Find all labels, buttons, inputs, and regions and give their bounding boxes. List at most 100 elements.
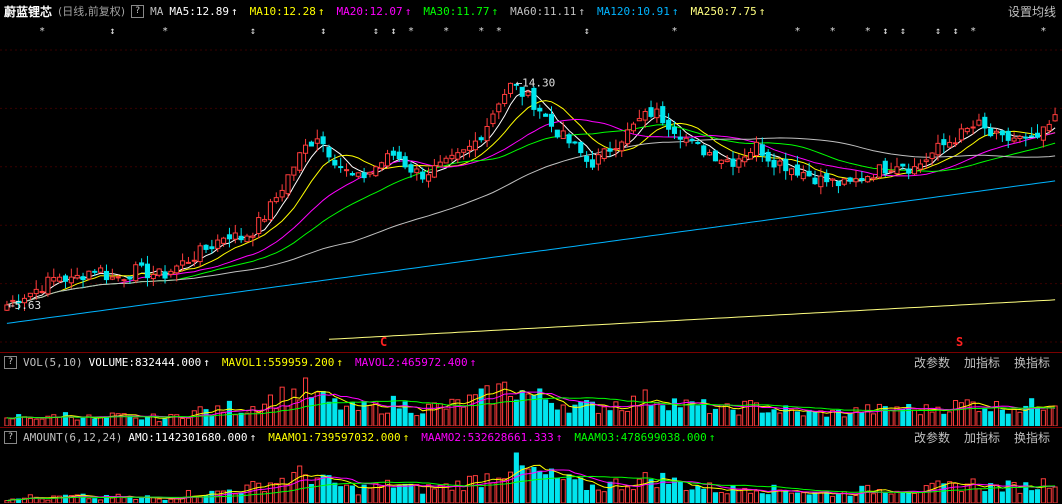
volume-bar [180, 417, 186, 426]
candle [578, 141, 584, 158]
volume-bar [789, 492, 795, 503]
volume-bar [537, 470, 543, 503]
volume-bar [865, 404, 871, 426]
panel-button-2[interactable]: 换指标 [1014, 431, 1050, 445]
up-arrow-icon: ↑ [708, 431, 716, 444]
volume-bars [4, 452, 1058, 503]
candle [226, 227, 232, 248]
volume-bar [349, 401, 355, 426]
volume-bar [232, 414, 238, 426]
candle [718, 159, 724, 169]
volume-bar [566, 474, 572, 503]
volume-bar [584, 400, 590, 426]
vol-legend: VOLUME:832444.000 ↑ MAVOL1:559959.200 ↑ MAVO… [89, 356, 489, 369]
candle [472, 132, 478, 158]
help-icon[interactable]: ? [131, 4, 145, 18]
volume-bar [168, 498, 174, 503]
candle [765, 149, 771, 168]
volume-bar [712, 492, 718, 503]
candle [771, 153, 777, 176]
volume-bar [625, 486, 631, 503]
up-arrow-icon: ↑ [555, 431, 563, 444]
signal-mark: ↕ [373, 26, 379, 37]
volume-bar [68, 417, 74, 426]
volume-bar [507, 395, 514, 426]
volume-bar [285, 483, 291, 503]
volume-bar [548, 468, 555, 503]
signal-mark: ↕ [935, 26, 941, 37]
volume-bar [98, 499, 104, 503]
volume-bar [449, 489, 455, 503]
candle [431, 158, 437, 179]
help-icon[interactable]: ? [4, 356, 17, 369]
volume-bar [156, 421, 162, 426]
panel-button-2[interactable]: 换指标 [1014, 356, 1050, 370]
volume-bar [923, 485, 929, 503]
candle [303, 138, 309, 163]
candle [256, 211, 262, 239]
candle [203, 244, 209, 254]
volume-bar [1005, 480, 1011, 503]
volume-bar [630, 489, 637, 503]
candle [185, 256, 191, 264]
signal-mark: * [1040, 26, 1046, 37]
volume-bar [338, 409, 344, 426]
volume-bar [970, 478, 976, 503]
up-arrow-icon: ↑ [249, 431, 257, 444]
candle [911, 158, 918, 176]
volume-bar [824, 416, 830, 426]
volume-bar [777, 412, 783, 426]
signal-mark: ↕ [584, 26, 590, 37]
volume-bar [455, 480, 461, 503]
vol-item-2: MAVOL2:465972.400 ↑ [355, 356, 477, 369]
candle [560, 121, 566, 140]
candle [384, 149, 391, 169]
candle [478, 135, 484, 143]
candle [947, 135, 953, 148]
volume-bar [384, 412, 391, 426]
candle [507, 82, 514, 98]
volume-bar [74, 419, 80, 426]
volume-bar [642, 389, 648, 426]
volume-bar [988, 411, 994, 426]
candle [982, 112, 988, 136]
volume-bar [560, 404, 566, 426]
volume-bar [783, 491, 789, 503]
volume-bar [209, 415, 215, 426]
volume-bar [326, 475, 332, 503]
candle [941, 133, 947, 154]
panel-button-1[interactable]: 加指标 [964, 356, 1000, 370]
volume-bar [993, 401, 1000, 426]
set-ma-button[interactable]: 设置均线 [1008, 3, 1056, 20]
volume-bar [478, 388, 484, 426]
signal-C: C [380, 335, 387, 349]
candle [320, 131, 326, 153]
volume-bar [789, 409, 795, 426]
volume-bar [818, 492, 824, 503]
candle [402, 152, 408, 170]
volume-bar [92, 418, 98, 426]
candle [1011, 132, 1017, 144]
candle [279, 184, 285, 202]
volume-bar [115, 493, 121, 503]
candle [601, 147, 607, 162]
volume-bar [794, 411, 800, 426]
panel-button-1[interactable]: 加指标 [964, 431, 1000, 445]
volume-bar [379, 485, 385, 503]
volume-bar [554, 409, 560, 426]
volume-bar [888, 493, 894, 503]
volume-bar [484, 385, 490, 426]
volume-bar [367, 487, 373, 503]
panel-button-0[interactable]: 改参数 [914, 431, 950, 445]
volume-bar [677, 407, 683, 426]
help-icon[interactable]: ? [4, 431, 17, 444]
volume-bar [812, 411, 818, 426]
signal-mark: ↕ [900, 26, 906, 37]
volume-bar [4, 500, 10, 503]
ma-item-2: MA20:12.07 ↑ [336, 4, 412, 18]
candle [660, 101, 666, 126]
volume-bar [1034, 489, 1041, 503]
panel-button-0[interactable]: 改参数 [914, 356, 950, 370]
volume-bar [262, 403, 268, 426]
volume-bar [947, 481, 953, 503]
